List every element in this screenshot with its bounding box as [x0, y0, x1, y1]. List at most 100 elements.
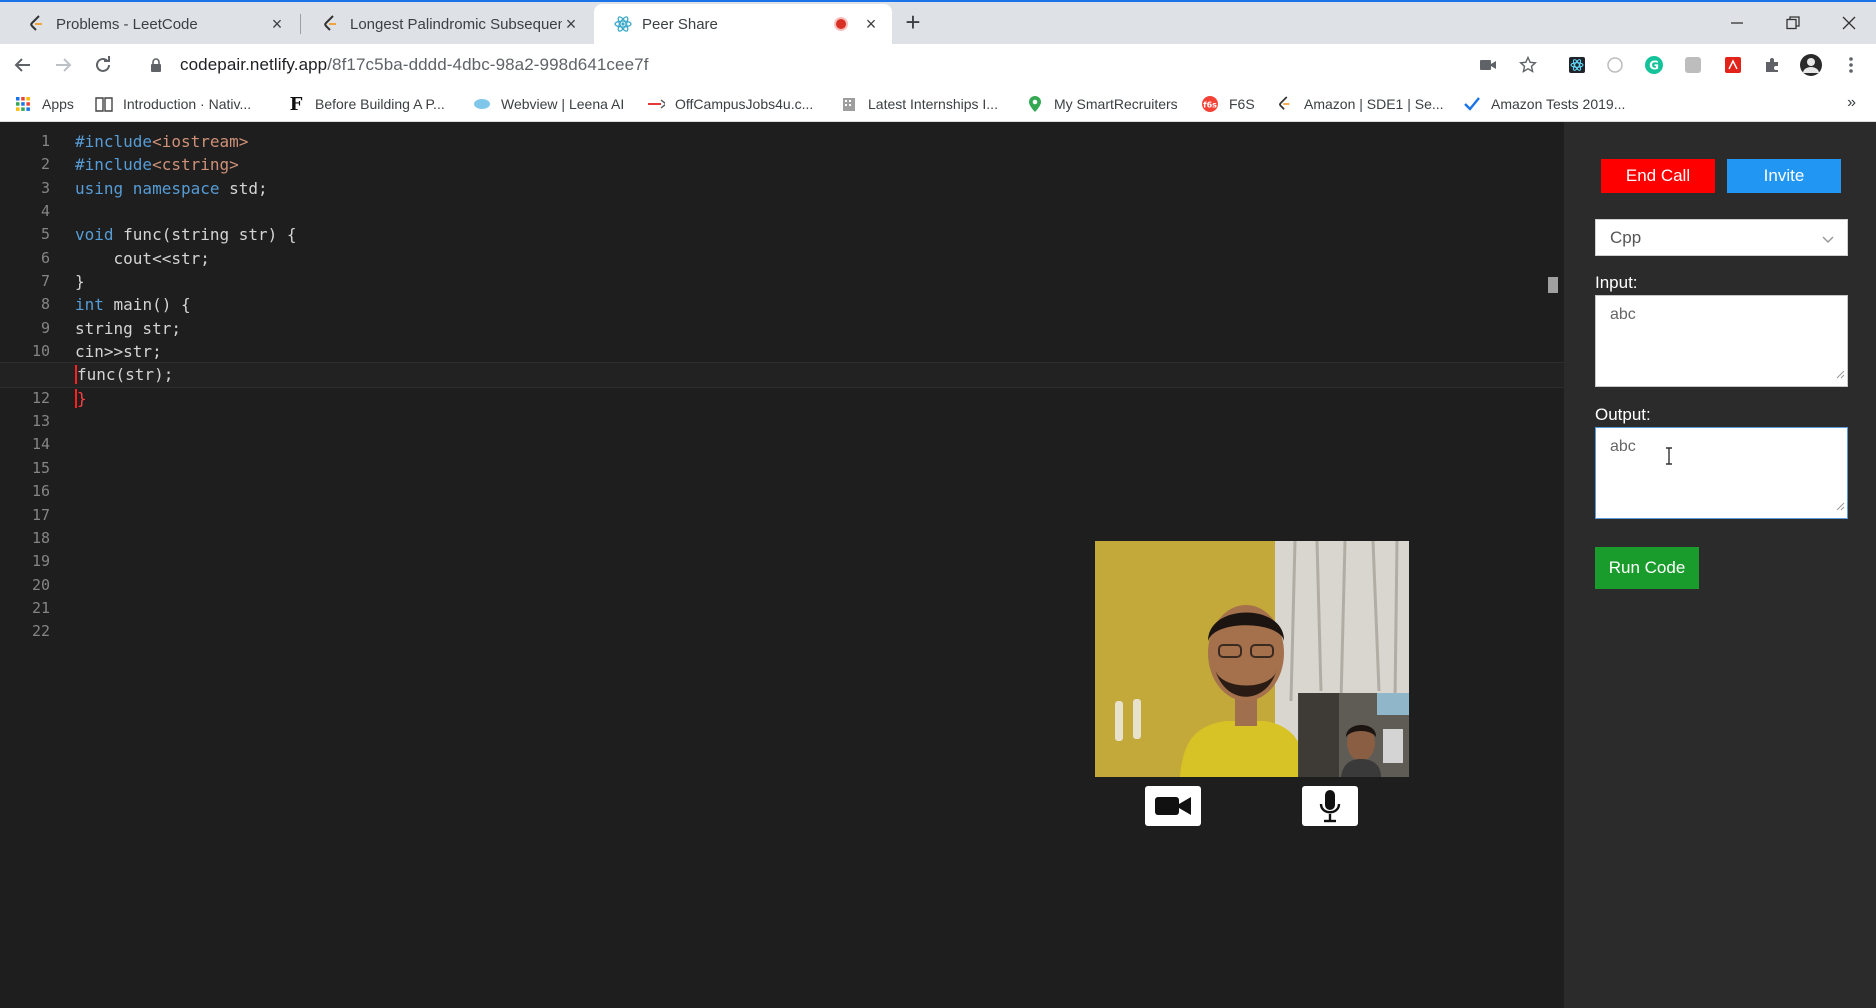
check-icon: [1463, 95, 1481, 113]
line-number: 20: [31, 575, 50, 594]
line-number: 5: [40, 225, 50, 244]
close-icon[interactable]: ×: [268, 14, 286, 34]
line-number: 12: [31, 388, 50, 407]
bookmark-label: My SmartRecruiters: [1054, 96, 1178, 112]
svg-text:G: G: [1649, 59, 1659, 73]
code-line[interactable]: cout<<str;: [75, 247, 1555, 270]
building-icon: [840, 95, 858, 113]
line-number: 22: [31, 622, 50, 641]
tab-separator: [300, 14, 301, 34]
line-number: 13: [31, 412, 50, 431]
address-bar[interactable]: codepair.netlify.app/8f17c5ba-dddd-4dbc-…: [130, 49, 1470, 81]
bookmark-webview-leena[interactable]: Webview | Leena AI: [473, 94, 624, 114]
apps-grid-icon: [14, 95, 32, 113]
kebab-menu-icon[interactable]: [1838, 52, 1864, 78]
leetcode-icon: [322, 15, 340, 33]
code-line[interactable]: #include<cstring>: [75, 153, 1555, 176]
leetcode-icon: [28, 15, 46, 33]
extension-react-icon[interactable]: [1564, 52, 1590, 78]
reload-icon[interactable]: [88, 50, 118, 80]
end-call-button[interactable]: End Call: [1601, 159, 1715, 193]
toggle-camera-button[interactable]: [1145, 786, 1201, 826]
new-tab-button[interactable]: +: [900, 9, 926, 36]
code-line[interactable]: string str;: [75, 317, 1555, 340]
browser-tab-strip: Problems - LeetCode × Longest Palindromi…: [0, 0, 1876, 44]
bookmark-label: Amazon | SDE1 | Se...: [1304, 96, 1444, 112]
close-icon[interactable]: ×: [862, 14, 880, 34]
line-number: 21: [31, 598, 50, 617]
tab-problems-leetcode[interactable]: Problems - LeetCode ×: [8, 4, 298, 44]
code-line[interactable]: }: [75, 270, 1555, 293]
line-number: 17: [31, 505, 50, 524]
line-number: 14: [31, 435, 50, 454]
svg-text:f6s: f6s: [1203, 101, 1217, 110]
bookmark-before-building[interactable]: F Before Building A P...: [287, 94, 445, 115]
local-video-frame: [1299, 693, 1409, 777]
tab-title: Problems - LeetCode: [56, 15, 198, 33]
bookmark-label: F6S: [1229, 96, 1255, 112]
input-textarea[interactable]: abc: [1595, 295, 1848, 387]
code-line[interactable]: }: [75, 387, 1555, 410]
bookmark-label: Webview | Leena AI: [501, 96, 625, 112]
bookmark-label: Amazon Tests 2019...: [1491, 96, 1626, 112]
camera-icon[interactable]: [1475, 52, 1501, 78]
editor-scrollbar-thumb[interactable]: [1548, 277, 1558, 293]
line-number: 1: [40, 132, 50, 150]
chevron-down-icon: [1821, 230, 1835, 250]
line-number: 16: [31, 482, 50, 501]
invite-button[interactable]: Invite: [1727, 159, 1841, 193]
minimize-icon[interactable]: [1722, 8, 1752, 38]
tab-longest-palindromic[interactable]: Longest Palindromic Subsequenc ×: [302, 4, 592, 44]
window-close-icon[interactable]: [1834, 8, 1864, 38]
bookmark-smartrecruiters[interactable]: My SmartRecruiters: [1026, 94, 1178, 114]
run-code-button[interactable]: Run Code: [1595, 547, 1699, 589]
avatar[interactable]: [1798, 52, 1824, 78]
code-line[interactable]: #include<iostream>: [75, 130, 1555, 153]
code-line-current[interactable]: func(str);: [0, 362, 1565, 388]
star-icon[interactable]: [1515, 52, 1541, 78]
input-label: Input:: [1595, 273, 1638, 292]
grammarly-icon[interactable]: G: [1641, 52, 1667, 78]
line-number: 2: [40, 155, 50, 174]
code-line[interactable]: [75, 200, 1555, 223]
bookmark-amazon-sde1[interactable]: Amazon | SDE1 | Se...: [1276, 94, 1444, 114]
resize-grip-icon[interactable]: [1835, 366, 1845, 384]
bookmark-f6s[interactable]: f6s F6S: [1201, 94, 1255, 114]
code-line[interactable]: void func(string str) {: [75, 223, 1555, 246]
extension-circle-icon[interactable]: [1602, 52, 1628, 78]
offcampus-icon: [647, 95, 665, 113]
close-icon[interactable]: ×: [562, 14, 580, 34]
language-selected-value: Cpp: [1610, 227, 1642, 247]
pdf-icon[interactable]: [1720, 52, 1746, 78]
restore-icon[interactable]: [1778, 8, 1808, 38]
bookmark-latest-internships[interactable]: Latest Internships I...: [840, 94, 998, 114]
output-textarea[interactable]: abc: [1595, 427, 1848, 519]
line-number: 18: [31, 528, 50, 547]
toggle-microphone-button[interactable]: [1302, 786, 1358, 826]
line-number: 9: [40, 318, 50, 337]
bookmark-apps[interactable]: Apps: [14, 94, 74, 114]
browser-toolbar: codepair.netlify.app/8f17c5ba-dddd-4dbc-…: [0, 44, 1876, 86]
language-select[interactable]: Cpp: [1595, 219, 1848, 256]
puzzle-icon[interactable]: [1759, 52, 1785, 78]
bookmarks-overflow-button[interactable]: »: [1847, 94, 1856, 112]
bookmark-label: OffCampusJobs4u.c...: [675, 96, 814, 112]
forward-arrow-icon[interactable]: [48, 50, 78, 80]
tab-peer-share[interactable]: Peer Share ×: [594, 4, 892, 44]
resize-grip-icon[interactable]: [1835, 498, 1845, 516]
bookmark-introduction[interactable]: Introduction · Nativ...: [95, 94, 251, 114]
microphone-icon: [1319, 790, 1341, 823]
leena-icon: [473, 95, 491, 113]
input-value: abc: [1610, 306, 1636, 323]
back-arrow-icon[interactable]: [8, 50, 38, 80]
code-content[interactable]: #include<iostream> #include<cstring> usi…: [0, 130, 1565, 410]
bookmarks-bar: Apps Introduction · Nativ... F Before Bu…: [0, 86, 1876, 122]
code-line[interactable]: using namespace std;: [75, 177, 1555, 200]
bookmark-amazon-tests[interactable]: Amazon Tests 2019...: [1463, 94, 1625, 114]
lock-icon[interactable]: [146, 55, 166, 75]
code-line[interactable]: cin>>str;: [75, 340, 1555, 363]
smartrecruiters-icon: [1026, 95, 1044, 113]
bookmark-offcampusjobs[interactable]: OffCampusJobs4u.c...: [647, 94, 813, 114]
extension-grey-icon[interactable]: [1680, 52, 1706, 78]
code-line[interactable]: int main() {: [75, 293, 1555, 316]
